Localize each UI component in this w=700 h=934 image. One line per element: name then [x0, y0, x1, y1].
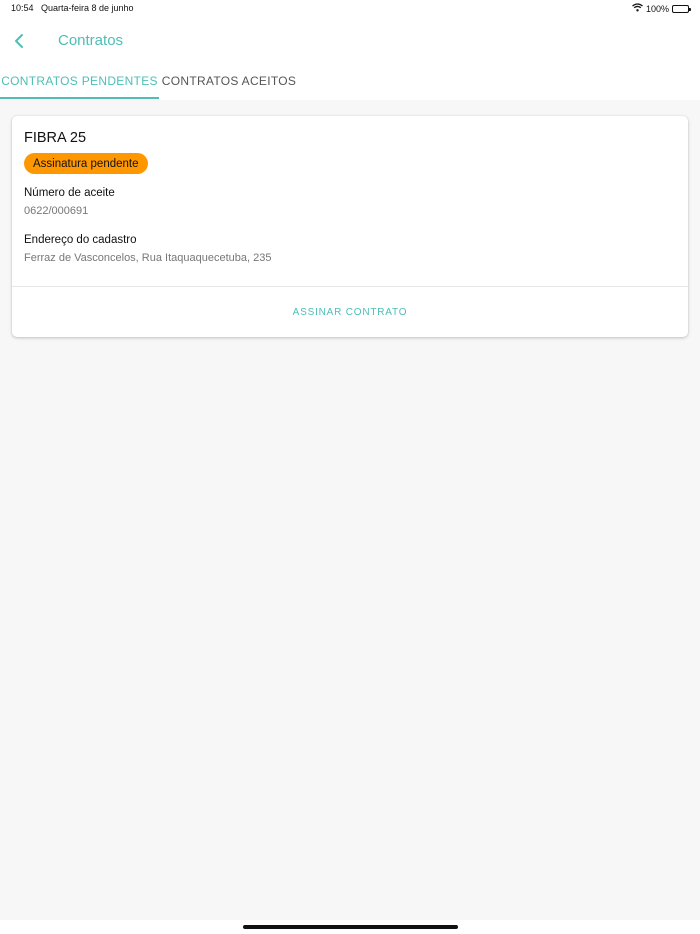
status-time: 10:54: [11, 3, 34, 13]
tab-pending-contracts[interactable]: CONTRATOS PENDENTES: [0, 68, 159, 99]
address-value: Ferraz de Vasconcelos, Rua Itaquaquecetu…: [24, 252, 272, 264]
bottom-safe-area: [0, 920, 700, 934]
home-indicator[interactable]: [243, 925, 458, 929]
plan-name: FIBRA 25: [24, 130, 87, 146]
wifi-icon: [632, 3, 643, 14]
page-title: Contratos: [58, 32, 124, 49]
status-indicators: 100%: [632, 3, 691, 14]
contract-card: FIBRA 25 Assinatura pendente Número de a…: [12, 116, 688, 337]
acceptance-number-label: Número de aceite: [24, 187, 115, 199]
status-badge: Assinatura pendente: [24, 153, 148, 174]
tab-accepted-contracts[interactable]: CONTRATOS ACEITOS: [159, 68, 299, 99]
status-date: Quarta-feira 8 de junho: [41, 3, 134, 13]
app-header: Contratos CONTRATOS PENDENTES CONTRATOS …: [0, 18, 700, 100]
back-button[interactable]: [6, 28, 32, 54]
sign-contract-button[interactable]: ASSINAR CONTRATO: [12, 287, 688, 337]
battery-percentage: 100%: [645, 3, 669, 14]
chevron-left-icon: [15, 34, 23, 48]
battery-icon: [672, 4, 691, 13]
status-bar: 10:54 Quarta-feira 8 de junho 100%: [0, 0, 700, 18]
contracts-screen: 10:54 Quarta-feira 8 de junho 100% Contr…: [0, 0, 700, 934]
address-label: Endereço do cadastro: [24, 234, 137, 246]
contract-tabs: CONTRATOS PENDENTES CONTRATOS ACEITOS: [0, 68, 299, 99]
acceptance-number-value: 0622/000691: [24, 205, 89, 217]
